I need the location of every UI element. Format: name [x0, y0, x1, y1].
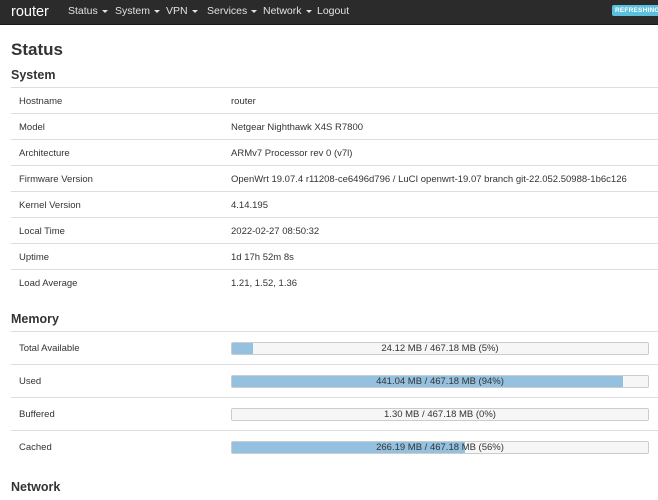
nav-network-label: Network — [263, 5, 302, 17]
refreshing-badge[interactable]: REFRESHING — [612, 5, 658, 16]
nav-status-label: Status — [68, 5, 98, 17]
memory-progress-bar: 24.12 MB / 467.18 MB (5%) — [231, 342, 649, 355]
system-row: Model Netgear Nighthawk X4S R7800 — [11, 113, 658, 139]
nav-vpn-label: VPN — [166, 5, 188, 17]
system-row-value: 4.14.195 — [231, 200, 268, 211]
chevron-down-icon — [154, 9, 161, 13]
system-row-value: 1.21, 1.52, 1.36 — [231, 278, 298, 289]
memory-row-label: Buffered — [19, 409, 55, 420]
brand-link[interactable]: router — [11, 2, 49, 22]
system-row-label: Uptime — [19, 252, 50, 263]
progress-text: 441.04 MB / 467.18 MB (94%) — [376, 376, 504, 387]
system-row: Architecture ARMv7 Processor rev 0 (v7l) — [11, 139, 658, 165]
chevron-down-icon — [305, 9, 312, 13]
system-row-label: Load Average — [19, 278, 78, 289]
system-row: Local Time 2022-02-27 08:50:32 — [11, 217, 658, 243]
system-row: Uptime 1d 17h 52m 8s — [11, 243, 658, 269]
progress-text: 24.12 MB / 467.18 MB (5%) — [381, 343, 499, 354]
nav-logout-link[interactable]: Logout — [317, 0, 349, 25]
memory-row-label: Used — [19, 376, 42, 387]
system-row: Hostname router — [11, 87, 658, 113]
nav-network-menu[interactable]: Network — [263, 0, 312, 25]
system-row-value: Netgear Nighthawk X4S R7800 — [231, 122, 364, 133]
nav-status-menu[interactable]: Status — [68, 0, 108, 25]
network-section-heading: Network — [11, 480, 61, 494]
system-row-value: ARMv7 Processor rev 0 (v7l) — [231, 148, 353, 159]
memory-row: Buffered 1.30 MB / 467.18 MB (0%) — [11, 397, 658, 430]
nav-services-menu[interactable]: Services — [207, 0, 258, 25]
memory-progress-bar: 266.19 MB / 467.18 MB (56%) — [231, 441, 649, 454]
system-row-label: Model — [19, 122, 45, 133]
system-row-label: Local Time — [19, 226, 65, 237]
system-row-value: 2022-02-27 08:50:32 — [231, 226, 320, 237]
system-row-value: 1d 17h 52m 8s — [231, 252, 294, 263]
nav-vpn-menu[interactable]: VPN — [166, 0, 198, 25]
nav-system-menu[interactable]: System — [115, 0, 161, 25]
nav-system-label: System — [115, 5, 151, 17]
memory-row-label: Total Available — [19, 343, 80, 354]
top-navbar: router Status System VPN Services Networ… — [0, 0, 658, 25]
nav-logout-label: Logout — [317, 5, 350, 17]
system-row-value: OpenWrt 19.07.4 r11208-ce6496d796 / LuCI… — [231, 174, 627, 185]
system-section-heading: System — [11, 68, 56, 82]
nav-services-label: Services — [207, 5, 248, 17]
system-row: Kernel Version 4.14.195 — [11, 191, 658, 217]
memory-progress-bar: 1.30 MB / 467.18 MB (0%) — [231, 408, 649, 421]
system-row-label: Kernel Version — [19, 200, 81, 211]
memory-section-heading: Memory — [11, 312, 59, 326]
chevron-down-icon — [101, 9, 108, 13]
system-row: Load Average 1.21, 1.52, 1.36 — [11, 269, 658, 295]
system-row-label: Firmware Version — [19, 174, 93, 185]
memory-row: Used 441.04 MB / 467.18 MB (94%) — [11, 364, 658, 397]
memory-row-label: Cached — [19, 442, 52, 453]
system-row-label: Hostname — [19, 96, 63, 107]
memory-row: Cached 266.19 MB / 467.18 MB (56%) — [11, 430, 658, 463]
system-row-label: Architecture — [19, 148, 70, 159]
memory-row: Total Available 24.12 MB / 467.18 MB (5%… — [11, 331, 658, 364]
page-title: Status — [11, 40, 63, 59]
memory-progress-bar: 441.04 MB / 467.18 MB (94%) — [231, 375, 649, 388]
progress-text: 266.19 MB / 467.18 MB (56%) — [376, 442, 504, 453]
chevron-down-icon — [191, 9, 198, 13]
system-row: Firmware Version OpenWrt 19.07.4 r11208-… — [11, 165, 658, 191]
chevron-down-icon — [251, 9, 258, 13]
progress-text: 1.30 MB / 467.18 MB (0%) — [384, 409, 496, 420]
system-row-value: router — [231, 96, 256, 107]
